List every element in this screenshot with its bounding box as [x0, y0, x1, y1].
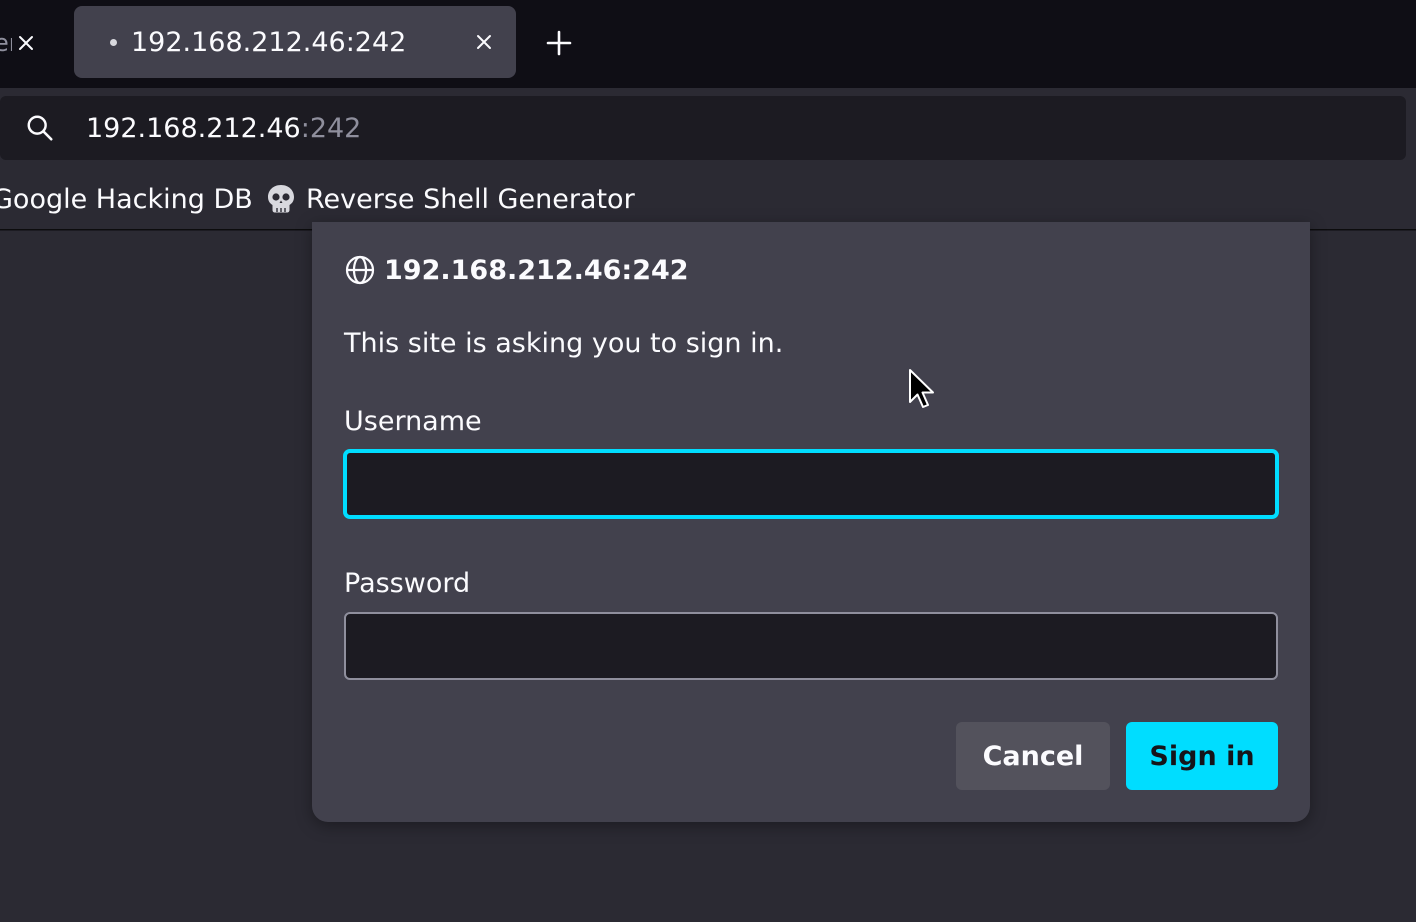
- bookmark-google-hacking-db[interactable]: Google Hacking DB: [0, 168, 253, 230]
- close-icon[interactable]: [470, 28, 498, 56]
- bookmark-reverse-shell-generator[interactable]: Reverse Shell Generator: [264, 168, 635, 230]
- tab-loading-dot-icon: [110, 38, 117, 46]
- skull-icon: [268, 185, 294, 213]
- bookmarks-toolbar: Google Hacking DB Reverse Shell Generato…: [0, 168, 1416, 230]
- dialog-origin: 192.168.212.46:242: [344, 254, 689, 286]
- username-label: Username: [344, 406, 482, 437]
- tab-partial-title: er: [0, 29, 12, 57]
- tab-strip: er 192.168.212.46:242: [0, 0, 1416, 88]
- cancel-button[interactable]: Cancel: [956, 722, 1110, 790]
- password-input[interactable]: [344, 612, 1278, 680]
- bookmark-label: Reverse Shell Generator: [306, 183, 635, 215]
- close-icon[interactable]: [12, 29, 40, 57]
- dialog-message: This site is asking you to sign in.: [344, 328, 784, 359]
- cursor-icon: [909, 369, 934, 408]
- url-host: 192.168.212.46: [86, 112, 301, 144]
- tab-active[interactable]: 192.168.212.46:242: [74, 6, 516, 78]
- url-port: :242: [300, 112, 362, 144]
- auth-dialog: 192.168.212.46:242 This site is asking y…: [312, 222, 1310, 822]
- password-label: Password: [344, 568, 471, 599]
- sign-in-button[interactable]: Sign in: [1126, 722, 1278, 790]
- tab-partial[interactable]: er: [0, 8, 60, 78]
- username-input[interactable]: [344, 450, 1278, 518]
- bookmark-label: Google Hacking DB: [0, 183, 253, 215]
- plus-icon[interactable]: [542, 26, 576, 60]
- dialog-origin-text: 192.168.212.46:242: [384, 254, 689, 286]
- globe-icon: [345, 255, 375, 285]
- url-bar[interactable]: 192.168.212.46:242: [0, 96, 1406, 160]
- search-icon: [24, 112, 56, 144]
- nav-bar: 192.168.212.46:242: [0, 88, 1416, 168]
- tab-title: 192.168.212.46:242: [131, 26, 407, 58]
